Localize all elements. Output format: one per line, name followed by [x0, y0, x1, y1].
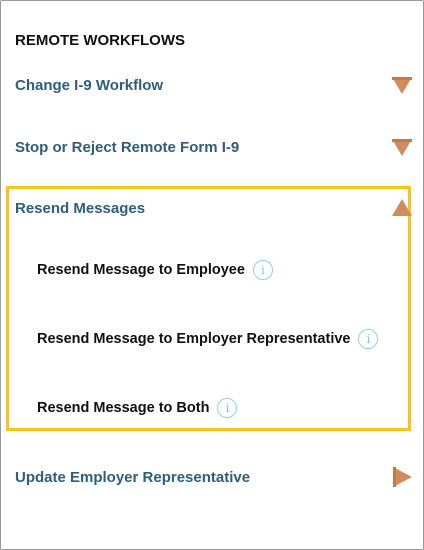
- stop-reject-form-item[interactable]: Stop or Reject Remote Form I-9: [15, 134, 413, 160]
- change-i9-workflow-label: Change I-9 Workflow: [15, 76, 164, 94]
- change-i9-workflow-item[interactable]: Change I-9 Workflow: [15, 72, 413, 98]
- chevron-up-icon[interactable]: [391, 198, 413, 218]
- update-employer-rep-label: Update Employer Representative: [15, 468, 251, 486]
- remote-workflows-panel: REMOTE WORKFLOWS Change I-9 Workflow Sto…: [0, 0, 424, 550]
- resend-messages-label: Resend Messages: [15, 199, 146, 217]
- chevron-right-icon[interactable]: [391, 466, 413, 488]
- update-employer-rep-item[interactable]: Update Employer Representative: [15, 464, 413, 490]
- chevron-down-icon[interactable]: [391, 137, 413, 157]
- stop-reject-form-label: Stop or Reject Remote Form I-9: [15, 138, 240, 156]
- resend-to-employer-rep-label: Resend Message to Employer Representativ…: [37, 331, 351, 347]
- resend-to-employee-label: Resend Message to Employee: [37, 262, 245, 278]
- resend-to-both-label: Resend Message to Both: [37, 400, 210, 416]
- resend-messages-item[interactable]: Resend Messages: [15, 195, 413, 221]
- chevron-down-icon[interactable]: [391, 75, 413, 95]
- resend-to-employee-item[interactable]: Resend Message to Employee i: [37, 257, 273, 283]
- info-icon[interactable]: i: [217, 398, 238, 418]
- resend-to-employer-rep-item[interactable]: Resend Message to Employer Representativ…: [37, 326, 379, 352]
- info-icon[interactable]: i: [358, 329, 379, 349]
- info-icon[interactable]: i: [252, 260, 273, 280]
- resend-to-both-item[interactable]: Resend Message to Both i: [37, 395, 238, 421]
- panel-title: REMOTE WORKFLOWS: [15, 32, 185, 49]
